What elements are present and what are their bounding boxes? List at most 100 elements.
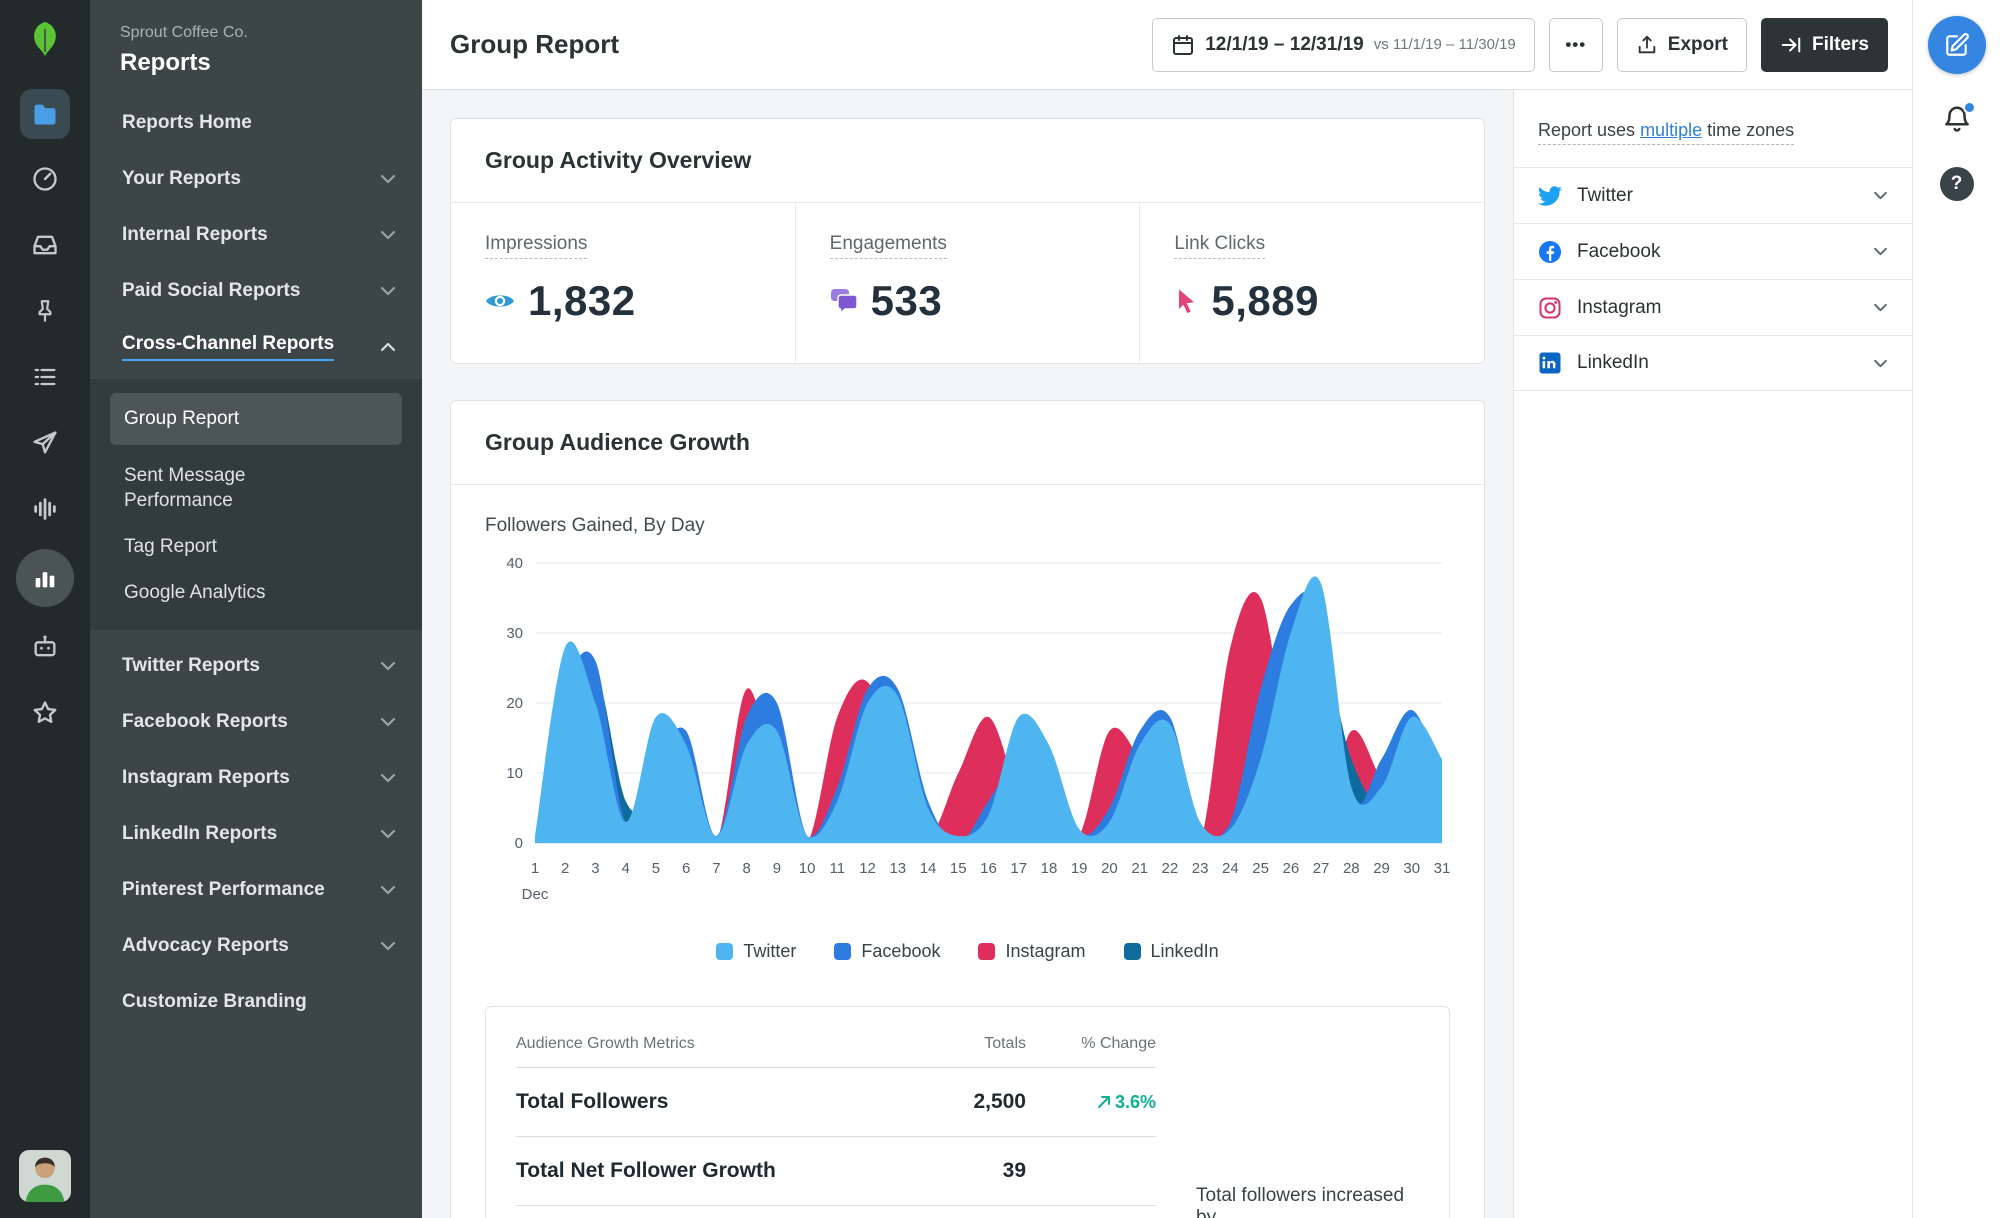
svg-text:8: 8: [742, 860, 750, 877]
export-button[interactable]: Export: [1616, 17, 1747, 72]
utility-rail: ?: [1912, 0, 2000, 1218]
sidebar-item-label: Pinterest Performance: [122, 878, 325, 900]
rail-reports-folder-button[interactable]: [20, 89, 70, 139]
chevron-down-icon: [380, 941, 396, 951]
sidebar-item-label: Cross-Channel Reports: [122, 333, 335, 361]
network-row-linkedin[interactable]: LinkedIn: [1514, 335, 1912, 391]
notification-dot: [1962, 101, 1976, 114]
chevron-down-icon: [1873, 303, 1888, 312]
sidebar-item-your-reports[interactable]: Your Reports: [90, 151, 422, 207]
rail-feed-button[interactable]: [17, 351, 73, 403]
metric-label-link-clicks[interactable]: Link Clicks: [1174, 233, 1266, 259]
section-title: Reports: [120, 49, 211, 76]
more-options-button[interactable]: •••: [1548, 17, 1603, 72]
sidebar-item-label: Facebook Reports: [122, 710, 288, 732]
svg-text:0: 0: [515, 835, 523, 852]
column-header-totals: Totals: [984, 1035, 1026, 1052]
legend-swatch: [1123, 943, 1141, 960]
pushpin-icon: [38, 300, 52, 322]
date-range-button[interactable]: 12/1/19 – 12/31/19 vs 11/1/19 – 11/30/19: [1152, 17, 1535, 72]
svg-text:2: 2: [561, 860, 569, 877]
network-row-twitter[interactable]: Twitter: [1514, 167, 1912, 223]
rail-pin-button[interactable]: [17, 285, 73, 337]
chevron-down-icon: [380, 829, 396, 839]
user-avatar[interactable]: [19, 1150, 71, 1202]
row-label: Total Followers: [516, 1090, 669, 1113]
submenu-item-sent-message-performance[interactable]: Sent Message Performance: [90, 453, 370, 524]
svg-text:20: 20: [506, 695, 523, 712]
sprout-logo-button[interactable]: [22, 16, 68, 62]
chevron-down-icon: [380, 661, 396, 671]
sidebar-item-pinterest-performance[interactable]: Pinterest Performance: [90, 862, 422, 918]
sidebar-item-instagram-reports[interactable]: Instagram Reports: [90, 750, 422, 806]
metric-engagements: Engagements 533: [794, 203, 1140, 363]
timezone-note: Report uses multiple time zones: [1514, 90, 1912, 167]
chevron-down-icon: [380, 773, 396, 783]
sidebar-item-facebook-reports[interactable]: Facebook Reports: [90, 694, 422, 750]
rail-dashboard-button[interactable]: [17, 153, 73, 205]
rail-automation-button[interactable]: [17, 621, 73, 673]
topbar: Group Report 12/1/19 – 12/31/19 vs 11/1/…: [422, 0, 1912, 90]
sprout-logo-icon: [34, 22, 56, 57]
submenu-item-label: Google Analytics: [124, 582, 266, 604]
card-title: Group Audience Growth: [451, 401, 1484, 485]
svg-text:26: 26: [1282, 860, 1299, 877]
submenu-item-label: Group Report: [124, 408, 240, 429]
submenu-item-google-analytics[interactable]: Google Analytics: [90, 570, 422, 616]
network-row-facebook[interactable]: Facebook: [1514, 223, 1912, 279]
rail-listening-button[interactable]: [17, 483, 73, 535]
sidebar-item-paid-social-reports[interactable]: Paid Social Reports: [90, 263, 422, 319]
sidebar-item-reports-home[interactable]: Reports Home: [90, 95, 422, 151]
network-row-instagram[interactable]: Instagram: [1514, 279, 1912, 335]
bar-chart-icon: [35, 572, 55, 588]
help-button[interactable]: ?: [1939, 167, 1974, 201]
bot-icon: [34, 635, 56, 657]
cross-channel-submenu: Group Report Sent Message Performance Ta…: [90, 379, 422, 630]
chevron-down-icon: [380, 230, 396, 240]
facebook-icon: [1539, 240, 1561, 263]
rail-inbox-button[interactable]: [17, 219, 73, 271]
column-header-change: % Change: [1081, 1035, 1156, 1052]
compose-button[interactable]: [1927, 16, 1986, 74]
sidebar-item-internal-reports[interactable]: Internal Reports: [90, 207, 422, 263]
svg-text:20: 20: [1101, 860, 1118, 877]
svg-text:10: 10: [506, 765, 523, 782]
legend-item-facebook[interactable]: Facebook: [834, 941, 940, 962]
svg-text:25: 25: [1252, 860, 1269, 877]
network-label: Instagram: [1577, 296, 1662, 318]
legend-item-twitter[interactable]: Twitter: [716, 941, 796, 962]
legend-item-linkedin[interactable]: LinkedIn: [1123, 941, 1219, 962]
submenu-item-label: Sent Message Performance: [124, 464, 246, 512]
filters-button[interactable]: Filters: [1760, 17, 1888, 72]
svg-text:11: 11: [830, 860, 846, 877]
rail-reports-active-button[interactable]: [16, 549, 74, 607]
chart-legend: Twitter Facebook Instagram LinkedIn: [485, 941, 1450, 962]
chart-subtitle: Followers Gained, By Day: [485, 515, 705, 536]
folder-icon: [34, 104, 56, 125]
svg-text:17: 17: [1010, 860, 1027, 877]
rail-favorites-button[interactable]: [17, 687, 73, 739]
sidebar-item-advocacy-reports[interactable]: Advocacy Reports: [90, 918, 422, 974]
sidebar-item-cross-channel-reports[interactable]: Cross-Channel Reports: [90, 319, 422, 375]
metric-label-impressions[interactable]: Impressions: [485, 233, 588, 259]
submenu-item-tag-report[interactable]: Tag Report: [90, 524, 422, 570]
timezone-multiple-link[interactable]: multiple: [1640, 120, 1702, 140]
metric-value-engagements: 533: [870, 277, 943, 324]
svg-text:40: 40: [506, 555, 523, 572]
sidebar-item-label: LinkedIn Reports: [122, 822, 278, 844]
metric-label-engagements[interactable]: Engagements: [829, 233, 947, 259]
svg-text:5: 5: [652, 860, 660, 877]
rail-publishing-button[interactable]: [17, 417, 73, 469]
svg-text:24: 24: [1222, 860, 1239, 877]
legend-item-instagram[interactable]: Instagram: [978, 941, 1086, 962]
svg-text:14: 14: [920, 860, 937, 877]
submenu-item-group-report[interactable]: Group Report: [110, 393, 402, 445]
date-range-label: 12/1/19 – 12/31/19: [1205, 33, 1364, 55]
notifications-button[interactable]: [1942, 101, 1976, 137]
metric-link-clicks: Link Clicks 5,889: [1139, 203, 1484, 363]
compose-icon: [1945, 33, 1969, 56]
sidebar-item-linkedin-reports[interactable]: LinkedIn Reports: [90, 806, 422, 862]
paper-plane-icon: [33, 431, 57, 454]
sidebar-item-twitter-reports[interactable]: Twitter Reports: [90, 638, 422, 694]
sidebar-item-customize-branding[interactable]: Customize Branding: [90, 974, 422, 1030]
